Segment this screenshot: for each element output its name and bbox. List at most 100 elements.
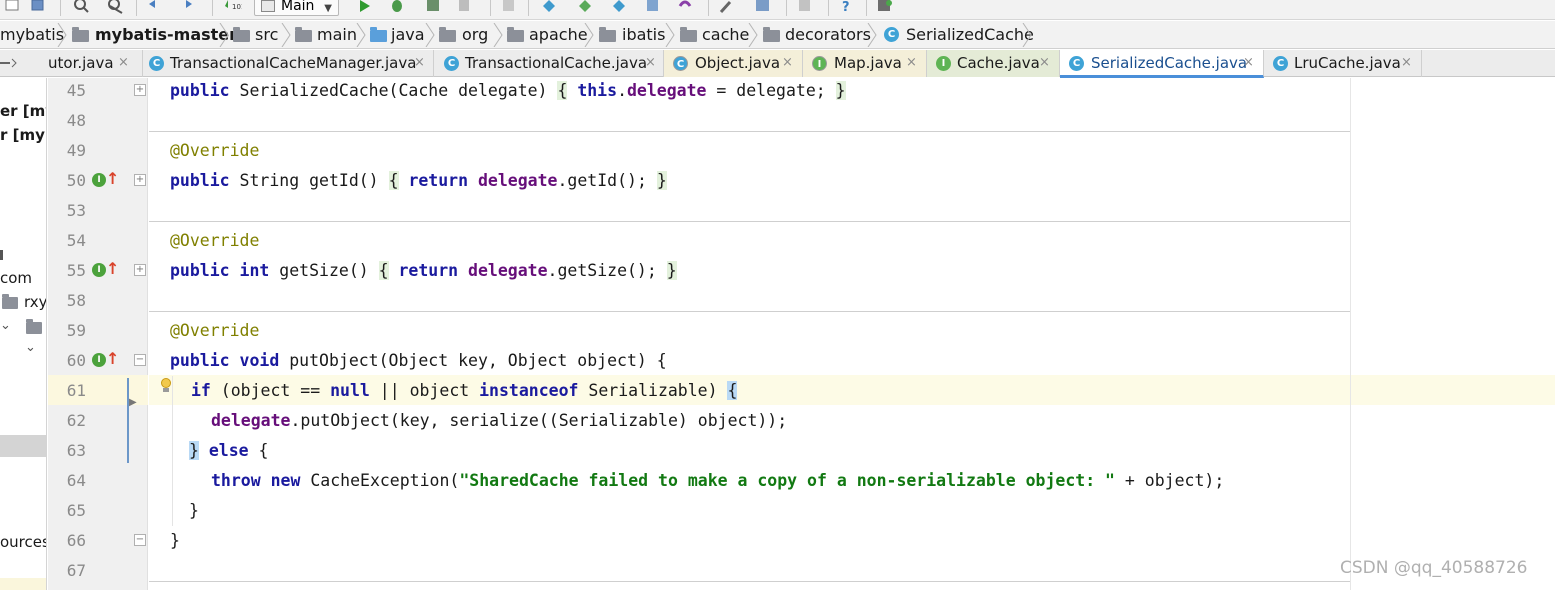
- module-icon: [72, 27, 89, 42]
- code-line[interactable]: public void putObject(Object key, Object…: [170, 346, 667, 376]
- project-tree-item[interactable]: rxy: [24, 293, 46, 311]
- lightbulb-icon[interactable]: [160, 378, 172, 394]
- code-line[interactable]: if (object == null || object instanceof …: [191, 376, 738, 406]
- breadcrumb-item-mybatis[interactable]: mybatis: [0, 21, 64, 49]
- line-number: 61: [66, 381, 86, 400]
- vcs-log-icon[interactable]: [644, 0, 662, 14]
- method-separator: [149, 311, 1350, 312]
- run-configuration-selector[interactable]: Main ▼: [254, 0, 339, 16]
- sdk-icon[interactable]: [876, 0, 894, 14]
- profile-icon[interactable]: [456, 0, 474, 14]
- code-editor[interactable]: [149, 78, 1555, 590]
- code-line[interactable]: public String getId() { return delegate.…: [170, 166, 667, 196]
- vcs-revert-icon[interactable]: [676, 0, 694, 14]
- line-number: 62: [66, 411, 86, 430]
- tab-label: Object.java: [695, 54, 781, 72]
- project-structure-icon[interactable]: [754, 0, 772, 14]
- project-tree-item[interactable]: er [my: [0, 102, 46, 120]
- redo-icon[interactable]: [178, 0, 196, 14]
- save-icon[interactable]: [30, 0, 48, 14]
- close-icon[interactable]: ×: [645, 50, 656, 76]
- class-icon: C: [884, 27, 899, 42]
- open-icon[interactable]: [4, 0, 22, 14]
- line-number: 49: [66, 141, 86, 160]
- close-icon[interactable]: ×: [906, 50, 917, 76]
- line-number: 45: [66, 81, 86, 100]
- close-icon[interactable]: ×: [118, 50, 129, 76]
- line-number: 64: [66, 471, 86, 490]
- fold-expand-icon[interactable]: +: [134, 174, 146, 186]
- settings-icon[interactable]: [718, 0, 736, 14]
- tab-label: utor.java: [48, 54, 114, 72]
- method-separator: [149, 221, 1350, 222]
- project-tree-item[interactable]: r [myb: [0, 126, 46, 144]
- tab-serialized-cache[interactable]: C SerializedCache.java ×: [1060, 50, 1264, 78]
- help-icon[interactable]: ?: [838, 0, 856, 14]
- build-icon[interactable]: 101: [224, 0, 242, 14]
- project-tree-item[interactable]: ources: [0, 533, 46, 551]
- breadcrumb-chevron-icon: [356, 23, 366, 47]
- close-icon[interactable]: ×: [414, 50, 425, 76]
- code-line[interactable]: delegate.putObject(key, serialize((Seria…: [211, 406, 787, 436]
- chevron-down-icon[interactable]: ⌄: [0, 318, 11, 333]
- svg-text:101: 101: [232, 3, 242, 11]
- close-icon[interactable]: ×: [1039, 50, 1050, 76]
- close-icon[interactable]: ×: [782, 50, 793, 76]
- tab-lru-cache[interactable]: C LruCache.java ×: [1264, 50, 1422, 77]
- tab-transactional-cache[interactable]: C TransactionalCache.java ×: [434, 50, 664, 77]
- undo-icon[interactable]: [146, 0, 164, 14]
- code-line[interactable]: @Override: [170, 226, 259, 256]
- line-number: 59: [66, 321, 86, 340]
- project-tree-item[interactable]: com: [0, 269, 32, 287]
- download-icon[interactable]: [796, 0, 814, 14]
- replace-icon[interactable]: [106, 0, 124, 14]
- code-line[interactable]: @Override: [170, 136, 259, 166]
- breadcrumb-item-main[interactable]: main: [317, 21, 357, 49]
- close-icon[interactable]: ×: [1243, 50, 1254, 76]
- breadcrumb-item-serializedcache[interactable]: SerializedCache: [906, 21, 1034, 49]
- class-icon: C: [149, 56, 164, 71]
- breadcrumb-item-cache[interactable]: cache: [702, 21, 749, 49]
- code-line[interactable]: }: [189, 496, 199, 526]
- fold-collapse-icon[interactable]: −: [134, 534, 146, 546]
- fold-expand-icon[interactable]: +: [134, 264, 146, 276]
- tab-map[interactable]: I Map.java ×: [803, 50, 927, 77]
- breadcrumb-item-apache[interactable]: apache: [529, 21, 588, 49]
- vcs-compare-icon[interactable]: [576, 0, 594, 14]
- coverage-icon[interactable]: [424, 0, 442, 14]
- code-line[interactable]: }: [170, 526, 180, 556]
- svg-text:?: ?: [842, 0, 850, 14]
- breadcrumb-item-mybatis-master[interactable]: mybatis-master: [95, 21, 237, 49]
- vcs-update-icon[interactable]: [500, 0, 518, 14]
- toolbar-divider: [528, 0, 529, 16]
- breadcrumb-item-decorators[interactable]: decorators: [785, 21, 871, 49]
- tab-transactional-cache-manager[interactable]: C TransactionalCacheManager.java ×: [143, 50, 434, 77]
- tab-cache[interactable]: I Cache.java ×: [927, 50, 1060, 77]
- breadcrumb-item-ibatis[interactable]: ibatis: [622, 21, 665, 49]
- code-line[interactable]: } else {: [189, 436, 268, 466]
- fold-collapse-icon[interactable]: −: [134, 354, 146, 366]
- breadcrumb-item-org[interactable]: org: [462, 21, 488, 49]
- hide-panel-icon[interactable]: [0, 57, 20, 69]
- line-number: 66: [66, 531, 86, 550]
- code-line[interactable]: public SerializedCache(Cache delegate) {…: [170, 76, 846, 106]
- breadcrumb-item-java[interactable]: java: [391, 21, 425, 49]
- folder-icon: [26, 319, 42, 334]
- close-icon[interactable]: ×: [1401, 50, 1412, 76]
- code-line[interactable]: @Override: [170, 316, 259, 346]
- tab-object[interactable]: C Object.java ×: [664, 50, 803, 77]
- code-line[interactable]: throw new CacheException("SharedCache fa…: [211, 466, 1224, 496]
- chevron-down-icon[interactable]: ⌄: [25, 340, 36, 355]
- fold-expand-icon[interactable]: +: [134, 84, 146, 96]
- breadcrumb-item-src[interactable]: src: [255, 21, 278, 49]
- toolbar-divider: [490, 0, 491, 16]
- find-icon[interactable]: [72, 0, 90, 14]
- code-line[interactable]: public int getSize() { return delegate.g…: [170, 256, 677, 286]
- tab-executor[interactable]: utor.java ×: [46, 50, 143, 77]
- indent-guide: [172, 376, 173, 526]
- project-tree-selection[interactable]: [0, 435, 46, 457]
- vcs-history-icon[interactable]: [610, 0, 628, 14]
- vcs-commit-icon[interactable]: [540, 0, 558, 14]
- run-icon[interactable]: [356, 0, 374, 14]
- debug-icon[interactable]: [388, 0, 406, 14]
